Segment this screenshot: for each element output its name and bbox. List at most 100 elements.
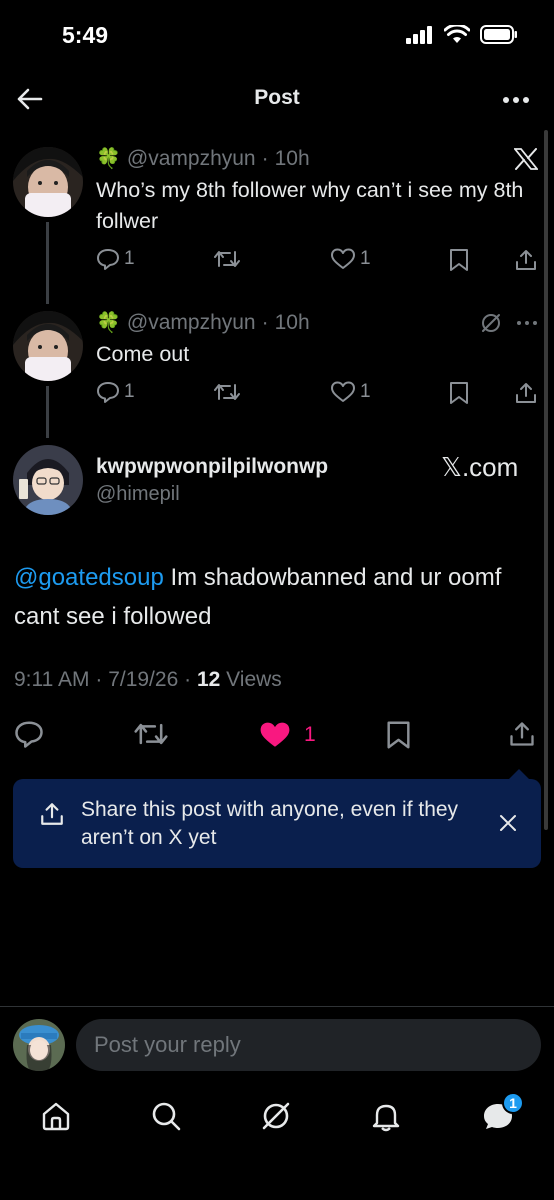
repost-button[interactable]	[134, 720, 168, 748]
separator-dot: ·	[184, 668, 192, 691]
like-button[interactable]: 1	[330, 381, 371, 403]
grok-icon[interactable]	[480, 312, 502, 334]
tooltip-arrow	[509, 769, 529, 779]
heart-icon	[331, 381, 355, 402]
thread-connector	[46, 386, 49, 438]
page-title: Post	[254, 86, 300, 109]
separator-dot: ·	[261, 146, 269, 170]
thread-connector	[46, 222, 49, 304]
like-button[interactable]: 1	[330, 248, 371, 270]
share-button[interactable]	[514, 381, 538, 405]
share-icon	[510, 722, 534, 746]
views-count: 12	[196, 668, 221, 691]
nav-search[interactable]	[146, 1096, 186, 1136]
reply-button[interactable]: 1	[96, 248, 135, 270]
bookmark-button[interactable]	[448, 381, 470, 405]
avatar-photo	[13, 147, 83, 217]
author-name[interactable]: kwpwpwonpilpilwonwp	[96, 455, 328, 479]
avatar-photo	[13, 311, 83, 381]
separator-dot: ·	[261, 310, 269, 334]
reply-icon	[15, 721, 43, 748]
heart-filled-icon	[260, 722, 290, 747]
nav-notifications[interactable]	[366, 1096, 406, 1136]
post-actions: 1	[0, 720, 554, 754]
avatar[interactable]	[13, 311, 83, 381]
like-count: 1	[360, 381, 371, 402]
bookmark-icon	[450, 249, 468, 271]
nav-grok[interactable]	[256, 1096, 296, 1136]
separator-dot: ·	[95, 668, 103, 691]
search-icon	[152, 1102, 181, 1131]
clover-emoji: 🍀	[96, 312, 121, 334]
repost-icon	[214, 251, 240, 267]
repost-icon	[214, 384, 240, 400]
messages-badge: 1	[502, 1092, 524, 1114]
x-logo-icon	[514, 148, 538, 170]
post-date: 7/19/26	[108, 668, 179, 691]
reply-button[interactable]: 1	[96, 381, 135, 403]
wifi-icon	[444, 25, 470, 43]
mention-link[interactable]: @goatedsoup	[14, 564, 164, 591]
share-icon	[41, 803, 63, 825]
bottom-nav: 1	[0, 1082, 554, 1150]
share-button[interactable]	[514, 248, 538, 272]
nav-home[interactable]	[36, 1096, 76, 1136]
close-icon	[500, 815, 516, 831]
reply-count: 1	[124, 381, 135, 402]
tweet-text: Come out	[96, 342, 190, 366]
bookmark-icon	[450, 382, 468, 404]
home-indicator	[0, 1180, 554, 1200]
bookmark-button[interactable]	[448, 248, 470, 272]
more-dots-icon	[503, 97, 529, 103]
repost-button[interactable]	[214, 248, 240, 270]
tweet-actions: 1 1	[96, 248, 546, 278]
tweet-actions: 1 1	[96, 381, 546, 411]
tweet-header: 🍀 @vampzhyun · 10h	[96, 146, 310, 171]
tweet-header: 🍀 @vampzhyun · 10h	[96, 310, 310, 335]
close-button[interactable]	[499, 814, 519, 834]
author-handle[interactable]: @himepil	[96, 483, 180, 506]
like-count: 1	[304, 723, 316, 746]
share-tooltip-text: Share this post with anyone, even if the…	[81, 798, 459, 849]
more-options-button[interactable]	[500, 84, 532, 116]
views-label: Views	[226, 668, 282, 691]
heart-icon	[331, 248, 355, 269]
status-time: 5:49	[62, 22, 109, 48]
share-button[interactable]	[508, 720, 536, 748]
tweet-handle[interactable]: @vampzhyun	[127, 311, 256, 335]
bell-icon	[372, 1104, 400, 1132]
avatar-photo	[13, 1019, 65, 1071]
status-icons	[406, 25, 518, 44]
post-time: 9:11 AM	[14, 668, 90, 691]
reply-input[interactable]	[76, 1019, 541, 1071]
nav-messages[interactable]: 1	[478, 1092, 524, 1136]
share-tooltip[interactable]: Share this post with anyone, even if the…	[13, 769, 541, 868]
grok-icon	[262, 1102, 290, 1130]
avatar-photo	[13, 445, 83, 515]
share-icon	[516, 250, 536, 270]
repost-button[interactable]	[214, 381, 240, 403]
reply-icon	[97, 249, 119, 270]
reply-button[interactable]	[14, 720, 44, 748]
more-dots-icon[interactable]	[516, 320, 538, 326]
battery-icon	[480, 25, 517, 44]
post-text: @goatedsoup Im shadowbanned and ur oomf …	[14, 558, 534, 636]
tweet-time[interactable]: 10h	[275, 311, 310, 335]
like-count: 1	[360, 248, 371, 269]
reply-count: 1	[124, 248, 135, 269]
clover-emoji: 🍀	[96, 148, 121, 170]
status-bar: 5:49	[0, 0, 554, 72]
user-avatar[interactable]	[13, 1019, 65, 1071]
tweet-time[interactable]: 10h	[275, 147, 310, 171]
home-icon	[42, 1102, 70, 1131]
signal-icon	[406, 25, 432, 44]
avatar[interactable]	[13, 445, 83, 515]
repost-icon	[134, 723, 168, 745]
tweet-handle[interactable]: @vampzhyun	[127, 147, 256, 171]
share-icon	[516, 383, 536, 403]
like-button[interactable]: 1	[258, 720, 316, 750]
reply-bar	[0, 1007, 554, 1082]
bookmark-button[interactable]	[385, 720, 412, 750]
post-meta: 9:11 AM · 7/19/26 · 12 Views	[14, 668, 282, 692]
avatar[interactable]	[13, 147, 83, 217]
